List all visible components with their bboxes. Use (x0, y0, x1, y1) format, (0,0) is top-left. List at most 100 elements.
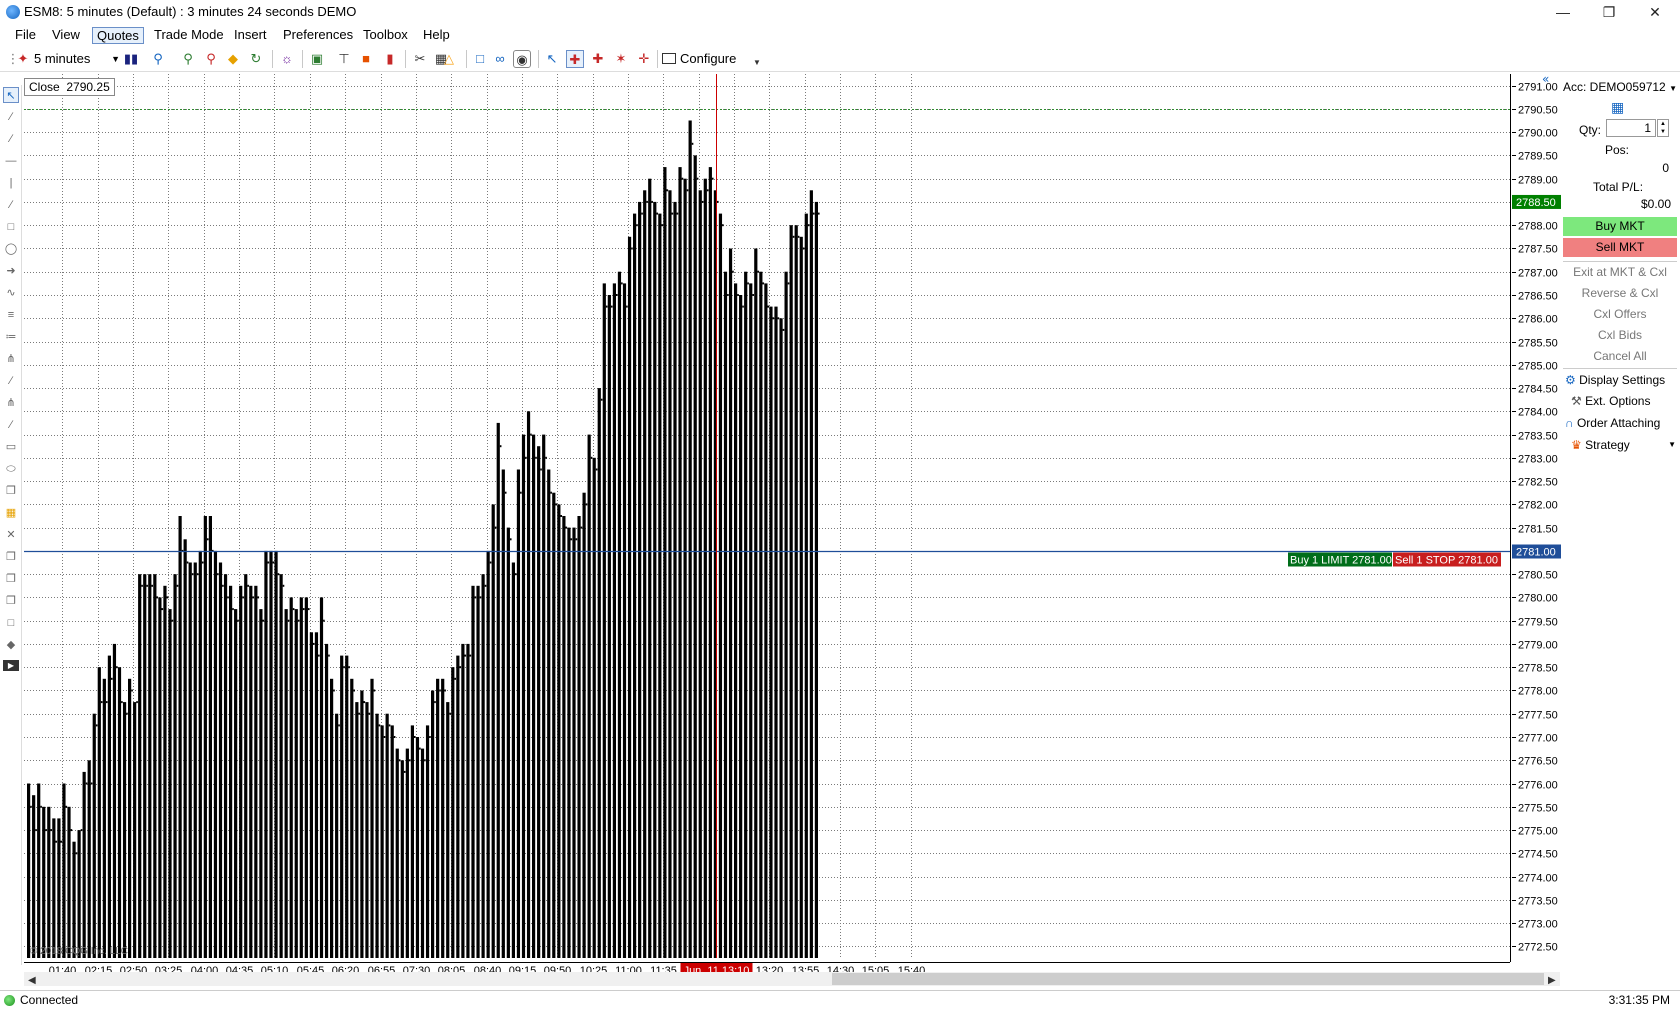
price-bar (198, 550, 202, 958)
pl-value: $0.00 (1640, 197, 1671, 211)
bar-type-icon[interactable]: ▮▮ (122, 50, 140, 68)
close-tick (318, 654, 320, 657)
close-tick (262, 619, 265, 622)
strategy-icon: ♛ (1571, 438, 1582, 452)
zoom-out-icon[interactable]: ⚲ (202, 50, 220, 68)
calculator-icon[interactable]: ▦ (1611, 99, 1624, 116)
price-bar (668, 190, 672, 959)
price-bar (304, 597, 308, 958)
close-tick (302, 608, 305, 611)
crosshair-dot-icon[interactable]: ✶ (612, 50, 630, 68)
zoom-icon[interactable]: ⚲ (149, 50, 167, 68)
close-tick (338, 724, 340, 727)
price-bar (193, 562, 197, 958)
overflow-icon[interactable]: ▼ (748, 54, 766, 72)
menu-quotes[interactable]: Quotes (92, 27, 144, 44)
price-bar (87, 760, 91, 958)
close-icon[interactable]: ✕ (1632, 0, 1678, 24)
order-attaching-item[interactable]: ∩ Order Attaching (1565, 416, 1660, 430)
close-tick (646, 200, 648, 203)
buy-market-button[interactable]: Buy MKT (1563, 217, 1677, 236)
refresh-icon[interactable]: ↻ (247, 50, 265, 68)
price-axis-label: 2776.00 (1518, 780, 1558, 792)
close-tick (55, 840, 58, 843)
price-bar (299, 597, 303, 958)
price-axis-label: 2777.50 (1518, 710, 1558, 722)
close-tick (383, 736, 386, 738)
toolbar-separator (405, 50, 406, 68)
price-bar (335, 713, 339, 958)
cancel-offers-action[interactable]: Cxl Offers (1565, 307, 1675, 321)
tree-icon[interactable]: ⊤ (335, 50, 353, 68)
bell-icon[interactable]: △ (440, 50, 458, 68)
study-icon[interactable]: ▣ (308, 50, 326, 68)
price-bar (491, 504, 495, 958)
close-tick (580, 526, 583, 529)
reverse-cancel-action[interactable]: Reverse & Cxl (1565, 286, 1675, 300)
display-settings-item[interactable]: ⚙ Display Settings (1565, 373, 1665, 387)
price-bar (405, 748, 409, 958)
price-axis-label: 2783.00 (1518, 454, 1558, 466)
pin-icon[interactable]: ✦ (14, 50, 32, 68)
link-icon[interactable]: ∞ (491, 50, 509, 68)
lock-icon[interactable]: ◆ (224, 50, 242, 68)
price-bar (27, 783, 31, 958)
close-tick (277, 573, 280, 576)
account-select[interactable]: Acc: DEMO059712 ▼ (1563, 80, 1678, 94)
qty-spinner[interactable]: ▲ ▼ (1657, 119, 1669, 137)
close-tick (95, 724, 98, 727)
close-tick (570, 538, 573, 541)
crosshair-icon[interactable]: ✚ (566, 50, 584, 68)
chevron-down-icon: ▼ (111, 54, 120, 64)
menu-insert[interactable]: Insert (230, 27, 271, 44)
close-tick (408, 759, 411, 762)
crosshair-cross-icon[interactable]: ✛ (635, 50, 653, 68)
crosshair-alt-icon[interactable]: ✚ (589, 50, 607, 68)
price-bar (143, 574, 147, 958)
mouse-icon[interactable]: ◉ (513, 50, 531, 68)
configure-button[interactable]: Configure (662, 50, 742, 68)
cancel-all-action[interactable]: Cancel All (1565, 349, 1675, 363)
book-icon[interactable]: □ (471, 50, 489, 68)
palette-icon[interactable]: ■ (357, 50, 375, 68)
price-bar (451, 667, 455, 958)
menu-file[interactable]: File (11, 27, 40, 44)
menu-help[interactable]: Help (419, 27, 454, 44)
close-tick (772, 317, 775, 320)
menu-view[interactable]: View (48, 27, 84, 44)
minimize-icon[interactable]: — (1540, 0, 1586, 24)
price-bar (72, 841, 76, 958)
close-tick (161, 608, 164, 611)
timeframe-select[interactable]: 5 minutes ▼ (34, 50, 120, 68)
strategy-item[interactable]: ♛ Strategy ▼ (1571, 438, 1676, 452)
qty-input[interactable]: 1 (1606, 119, 1656, 137)
close-tick (323, 619, 325, 622)
price-axis-label: 2784.50 (1518, 384, 1558, 396)
menu-trade-mode[interactable]: Trade Mode (150, 27, 228, 44)
ext-options-item[interactable]: ⚒ Ext. Options (1571, 394, 1650, 408)
menu-preferences[interactable]: Preferences (279, 27, 357, 44)
close-tick (540, 468, 542, 471)
cursor-icon[interactable]: ↖ (543, 50, 561, 68)
sell-market-button[interactable]: Sell MKT (1563, 238, 1677, 257)
close-tick (565, 526, 568, 529)
bars-color-icon[interactable]: ▮ (381, 50, 399, 68)
exit-market-cancel-action[interactable]: Exit at MKT & Cxl (1565, 265, 1675, 279)
restore-icon[interactable]: ❐ (1586, 0, 1632, 24)
close-tick (575, 538, 578, 541)
chart-watermark: © 2018 CQG Inc. LLC (30, 946, 128, 957)
close-tick (201, 561, 204, 564)
close-tick (701, 200, 704, 203)
close-tick (732, 270, 734, 273)
menu-toolbox[interactable]: Toolbox (359, 27, 412, 44)
globe-icon[interactable]: ☼ (278, 50, 296, 68)
close-tick (131, 689, 133, 692)
chevron-down-icon: ▼ (1668, 440, 1676, 449)
close-tick (60, 840, 63, 843)
scissors-icon[interactable]: ✂ (411, 50, 429, 68)
price-axis-label: 2782.50 (1518, 477, 1558, 489)
cancel-bids-action[interactable]: Cxl Bids (1565, 328, 1675, 342)
price-bar (441, 678, 445, 958)
zoom-in-icon[interactable]: ⚲ (179, 50, 197, 68)
price-chart[interactable]: 2791.00 2790.50 2790.00 2789.50 2789.00 2788.… (0, 72, 1561, 990)
